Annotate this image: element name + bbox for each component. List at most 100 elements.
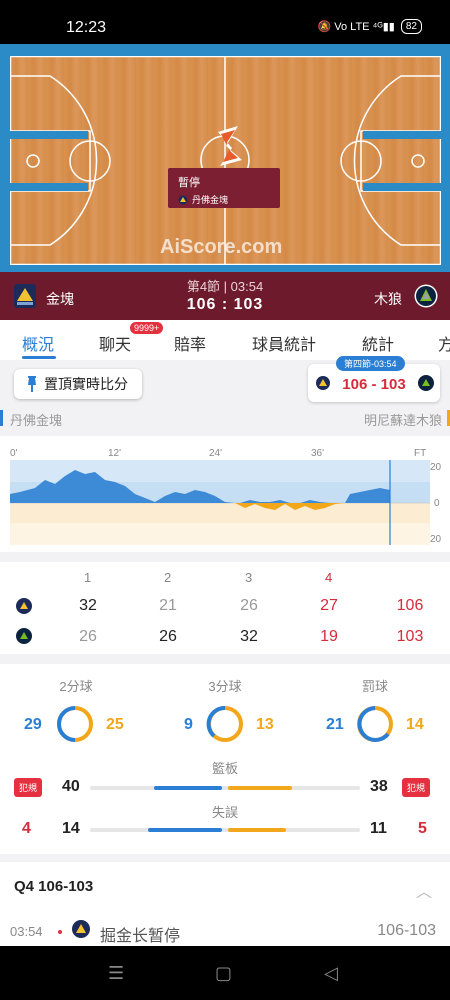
active-tab-indicator — [22, 356, 56, 359]
rebounds-home: 40 — [62, 778, 80, 795]
tab-stats[interactable]: 統計 — [362, 331, 394, 355]
battery-icon: 82 — [400, 19, 422, 34]
live-score-card[interactable]: 第四節-03:54 106 - 103 — [308, 356, 440, 402]
home-q2: 21 — [159, 597, 177, 614]
status-bar: 12:23 🔕 Vo LTE ⁴ᴳ▮▮ 82 — [0, 0, 450, 44]
recent-apps-icon[interactable]: ☰ — [108, 963, 124, 984]
event-text: 掘金长暂停 — [100, 928, 181, 945]
timeout-team: 丹佛金塊 — [178, 193, 270, 206]
trend-x-tick: 24' — [209, 448, 222, 459]
quarter-header: 3 — [245, 570, 253, 585]
away-foul-badge: 犯規 — [402, 778, 431, 797]
trend-y-tick: 20 — [430, 534, 442, 545]
ft-home: 21 — [326, 716, 344, 733]
timberwolves-logo-icon — [418, 375, 434, 391]
pin-live-score-button[interactable]: 置頂實時比分 — [14, 369, 142, 399]
basketball-court — [10, 56, 441, 265]
team-stats-panel: 2分球 3分球 罰球 29 25 9 13 21 14 籃板 犯規 40 38 … — [0, 664, 450, 854]
timeout-popup: 暫停 丹佛金塊 — [168, 168, 280, 208]
home-q1: 32 — [79, 597, 97, 614]
away-team-full: 明尼蘇達木狼 — [363, 413, 442, 428]
three-pt-away: 13 — [256, 716, 274, 733]
trend-y-tick: 20 — [430, 462, 442, 473]
timberwolves-logo-icon — [414, 284, 438, 308]
score-trend-chart: 0' 12' 24' 36' FT 20 0 20 — [0, 436, 450, 552]
home-fouls-count: 4 — [22, 820, 31, 837]
tab-player-stats[interactable]: 球員統計 — [252, 331, 316, 355]
live-period-tag: 第四節-03:54 — [336, 356, 405, 371]
away-q1: 26 — [79, 628, 97, 645]
timberwolves-logo-icon — [16, 628, 32, 644]
three-pt-home: 9 — [184, 716, 193, 733]
trend-x-tick: 0' — [10, 448, 18, 459]
three-pt-ring — [206, 705, 243, 742]
timeout-title: 暫停 — [178, 177, 200, 189]
rebounds-bar — [90, 786, 360, 790]
collapse-chevron-icon[interactable]: ︿ — [416, 878, 432, 902]
two-pt-away: 25 — [106, 716, 124, 733]
away-q3: 32 — [240, 628, 258, 645]
ft-label: 罰球 — [361, 679, 388, 694]
three-pt-label: 3分球 — [208, 679, 242, 694]
away-q2: 26 — [159, 628, 177, 645]
play-by-play-q4: Q4 106-103 ︿ 03:54 掘金长暂停 106-103 — [0, 862, 450, 946]
tab-more[interactable]: 方 — [438, 331, 450, 355]
turnovers-bar — [90, 828, 360, 832]
team-names-row: 丹佛金塊 明尼蘇達木狼 — [0, 408, 450, 432]
home-icon[interactable]: ▢ — [215, 963, 232, 984]
turnovers-home: 14 — [62, 820, 80, 837]
away-team-name[interactable]: 木狼 — [374, 289, 402, 309]
away-total: 103 — [396, 628, 424, 645]
status-time: 12:23 — [66, 19, 107, 36]
quarter-header: 1 — [84, 570, 92, 585]
status-icons: 🔕 Vo LTE ⁴ᴳ▮▮ 82 — [317, 19, 422, 34]
two-pt-label: 2分球 — [59, 679, 93, 694]
rebounds-away-bar — [228, 786, 292, 790]
watermark: AiScore.com — [160, 236, 283, 258]
pin-row: 置頂實時比分 第四節-03:54 106 - 103 — [0, 356, 450, 410]
home-q4: 27 — [320, 597, 338, 614]
trend-x-tick: 12' — [108, 448, 121, 459]
turnovers-label: 失誤 — [211, 805, 238, 820]
nuggets-logo-icon — [16, 598, 32, 614]
court-lines — [10, 56, 441, 265]
trend-x-tick: 36' — [311, 448, 324, 459]
nuggets-logo-icon — [72, 920, 90, 938]
quarter-scores-table: 1 2 3 4 32 21 26 27 106 26 26 32 19 103 — [0, 562, 450, 654]
tab-overview[interactable]: 概況 — [22, 331, 54, 355]
rebounds-home-bar — [154, 786, 222, 790]
trend-y-tick: 0 — [434, 498, 440, 509]
trend-svg: 0' 12' 24' 36' FT 20 0 20 — [10, 448, 442, 545]
rebounds-away: 38 — [370, 778, 388, 795]
event-score: 106-103 — [377, 922, 436, 939]
home-team-full: 丹佛金塊 — [10, 413, 63, 428]
away-fouls-count: 5 — [418, 820, 427, 837]
pin-button-label: 置頂實時比分 — [44, 376, 128, 392]
rebounds-label: 籃板 — [211, 761, 238, 776]
quarter-header: 4 — [325, 570, 333, 585]
timeout-hourglass-icon — [218, 126, 242, 166]
score-header: 金塊 第4節 | 03:54 106 : 103 木狼 — [0, 272, 450, 320]
status-signal-icons: 🔕 Vo LTE ⁴ᴳ▮▮ — [317, 21, 395, 33]
home-total: 106 — [396, 597, 424, 614]
home-color-marker — [0, 410, 3, 426]
tab-odds[interactable]: 賠率 — [174, 331, 206, 355]
timeout-team-name: 丹佛金塊 — [192, 195, 229, 205]
trend-x-tick: FT — [414, 448, 426, 459]
two-pt-ring — [57, 706, 93, 742]
away-q4: 19 — [320, 628, 338, 645]
q4-header: Q4 106-103 — [14, 878, 94, 895]
home-q3: 26 — [240, 597, 258, 614]
event-dot — [58, 930, 62, 934]
tab-bar: 概況 聊天 9999+ 賠率 球員統計 統計 方 — [0, 320, 450, 360]
nuggets-logo-icon — [178, 195, 188, 204]
chat-count-badge: 9999+ — [130, 322, 164, 334]
turnovers-away-bar — [228, 828, 286, 832]
back-icon[interactable]: ◁ — [324, 963, 338, 984]
quarter-header: 2 — [164, 570, 172, 585]
ft-away: 14 — [406, 716, 424, 733]
home-foul-badge: 犯規 — [14, 778, 43, 797]
event-time: 03:54 — [10, 924, 43, 939]
turnovers-away: 11 — [370, 820, 387, 837]
tab-chat[interactable]: 聊天 — [99, 331, 131, 355]
